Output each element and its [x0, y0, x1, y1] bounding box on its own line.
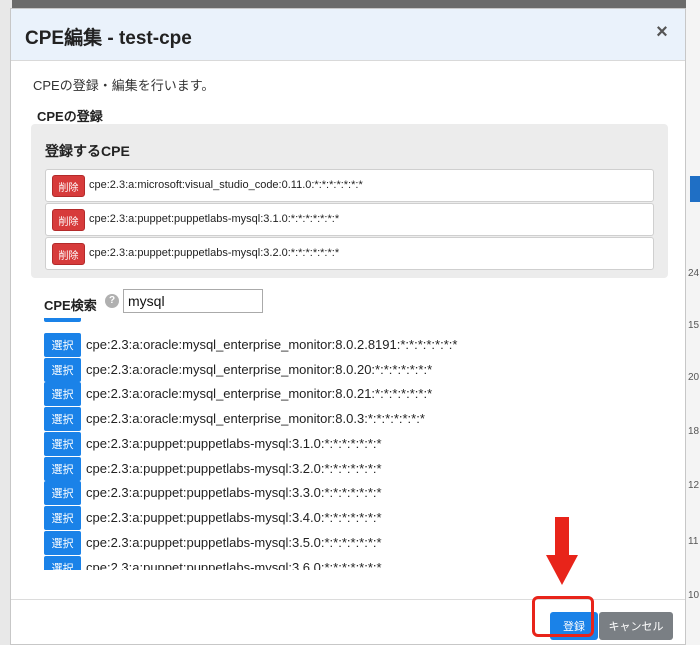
- select-button[interactable]: 選択: [44, 333, 81, 357]
- search-result-text: cpe:2.3:a:oracle:mysql_enterprise_monito…: [86, 411, 425, 426]
- select-button[interactable]: 選択: [44, 358, 81, 382]
- modal-description: CPEの登録・編集を行います。: [33, 78, 215, 93]
- background-accent: [690, 176, 700, 202]
- registered-cpe-item: 削除 cpe:2.3:a:puppet:puppetlabs-mysql:3.2…: [45, 237, 654, 270]
- select-button[interactable]: 選択: [44, 407, 81, 431]
- registration-section-title: CPEの登録: [37, 109, 103, 124]
- delete-button[interactable]: 削除: [52, 243, 85, 265]
- select-button-partial[interactable]: [44, 318, 81, 322]
- registered-cpe-panel: 登録するCPE 削除 cpe:2.3:a:microsoft:visual_st…: [31, 124, 668, 278]
- search-result-text: cpe:2.3:a:puppet:puppetlabs-mysql:3.5.0:…: [86, 535, 382, 550]
- registered-cpe-text: cpe:2.3:a:puppet:puppetlabs-mysql:3.1.0:…: [89, 213, 340, 225]
- search-result-text: cpe:2.3:a:oracle:mysql_enterprise_monito…: [86, 362, 433, 377]
- select-button[interactable]: 選択: [44, 481, 81, 505]
- search-result-text: cpe:2.3:a:oracle:mysql_enterprise_monito…: [86, 337, 458, 352]
- registered-cpe-text: cpe:2.3:a:microsoft:visual_studio_code:0…: [89, 179, 363, 191]
- search-result-text: cpe:2.3:a:puppet:puppetlabs-mysql:3.4.0:…: [86, 510, 382, 525]
- search-result-text: cpe:2.3:a:puppet:puppetlabs-mysql:3.6.0:…: [86, 560, 382, 570]
- search-result-item: 選択 cpe:2.3:a:oracle:mysql_enterprise_mon…: [44, 333, 644, 357]
- cpe-edit-modal: CPE編集 - test-cpe × CPEの登録・編集を行います。 CPEの登…: [10, 8, 686, 645]
- search-result-item: 選択 cpe:2.3:a:oracle:mysql_enterprise_mon…: [44, 407, 644, 431]
- background-number: 12: [688, 480, 700, 491]
- search-result-item: 選択 cpe:2.3:a:puppet:puppetlabs-mysql:3.1…: [44, 432, 644, 456]
- modal-title: CPE編集 - test-cpe: [25, 28, 192, 49]
- select-button[interactable]: 選択: [44, 432, 81, 456]
- select-button[interactable]: 選択: [44, 531, 81, 555]
- cpe-search-input[interactable]: [123, 289, 263, 313]
- delete-button[interactable]: 削除: [52, 209, 85, 231]
- select-button[interactable]: 選択: [44, 457, 81, 481]
- select-button[interactable]: 選択: [44, 506, 81, 530]
- background-number: 10: [688, 590, 700, 601]
- search-result-item: 選択 cpe:2.3:a:puppet:puppetlabs-mysql:3.4…: [44, 506, 644, 530]
- modal-header: CPE編集 - test-cpe ×: [11, 9, 685, 61]
- registered-cpe-item: 削除 cpe:2.3:a:microsoft:visual_studio_cod…: [45, 169, 654, 202]
- select-button[interactable]: 選択: [44, 382, 81, 406]
- search-result-item: 選択 cpe:2.3:a:puppet:puppetlabs-mysql:3.3…: [44, 481, 644, 505]
- search-results-list[interactable]: 選択 cpe:2.3:a:oracle:mysql_enterprise_mon…: [44, 318, 644, 570]
- background-number: 15: [688, 320, 700, 331]
- search-result-text: cpe:2.3:a:puppet:puppetlabs-mysql:3.2.0:…: [86, 461, 382, 476]
- annotation-arrow-icon: [555, 517, 569, 555]
- background-number: 18: [688, 426, 700, 437]
- search-result-item: 選択 cpe:2.3:a:oracle:mysql_enterprise_mon…: [44, 382, 644, 406]
- search-result-text: cpe:2.3:a:puppet:puppetlabs-mysql:3.1.0:…: [86, 436, 382, 451]
- background-number: 11: [688, 536, 699, 547]
- annotation-arrow-head-icon: [546, 555, 578, 585]
- register-button[interactable]: 登録: [550, 612, 598, 640]
- registered-cpe-title: 登録するCPE: [45, 143, 130, 159]
- modal-footer-divider: [11, 599, 685, 600]
- search-result-text: cpe:2.3:a:puppet:puppetlabs-mysql:3.3.0:…: [86, 485, 382, 500]
- question-circle-icon[interactable]: ?: [105, 294, 119, 308]
- close-button[interactable]: ×: [651, 21, 673, 43]
- search-result-text: cpe:2.3:a:oracle:mysql_enterprise_monito…: [86, 386, 433, 401]
- registered-cpe-item: 削除 cpe:2.3:a:puppet:puppetlabs-mysql:3.1…: [45, 203, 654, 236]
- background-number: 24: [688, 268, 700, 279]
- select-button[interactable]: 選択: [44, 556, 81, 570]
- search-result-item: 選択 cpe:2.3:a:puppet:puppetlabs-mysql:3.2…: [44, 457, 644, 481]
- cancel-button[interactable]: キャンセル: [599, 612, 673, 640]
- search-result-item: 選択 cpe:2.3:a:oracle:mysql_enterprise_mon…: [44, 358, 644, 382]
- cpe-search-label: CPE検索: [44, 298, 97, 313]
- delete-button[interactable]: 削除: [52, 175, 85, 197]
- search-result-item: 選択 cpe:2.3:a:puppet:puppetlabs-mysql:3.5…: [44, 531, 644, 555]
- registered-cpe-text: cpe:2.3:a:puppet:puppetlabs-mysql:3.2.0:…: [89, 247, 340, 259]
- background-number: 20: [688, 372, 700, 383]
